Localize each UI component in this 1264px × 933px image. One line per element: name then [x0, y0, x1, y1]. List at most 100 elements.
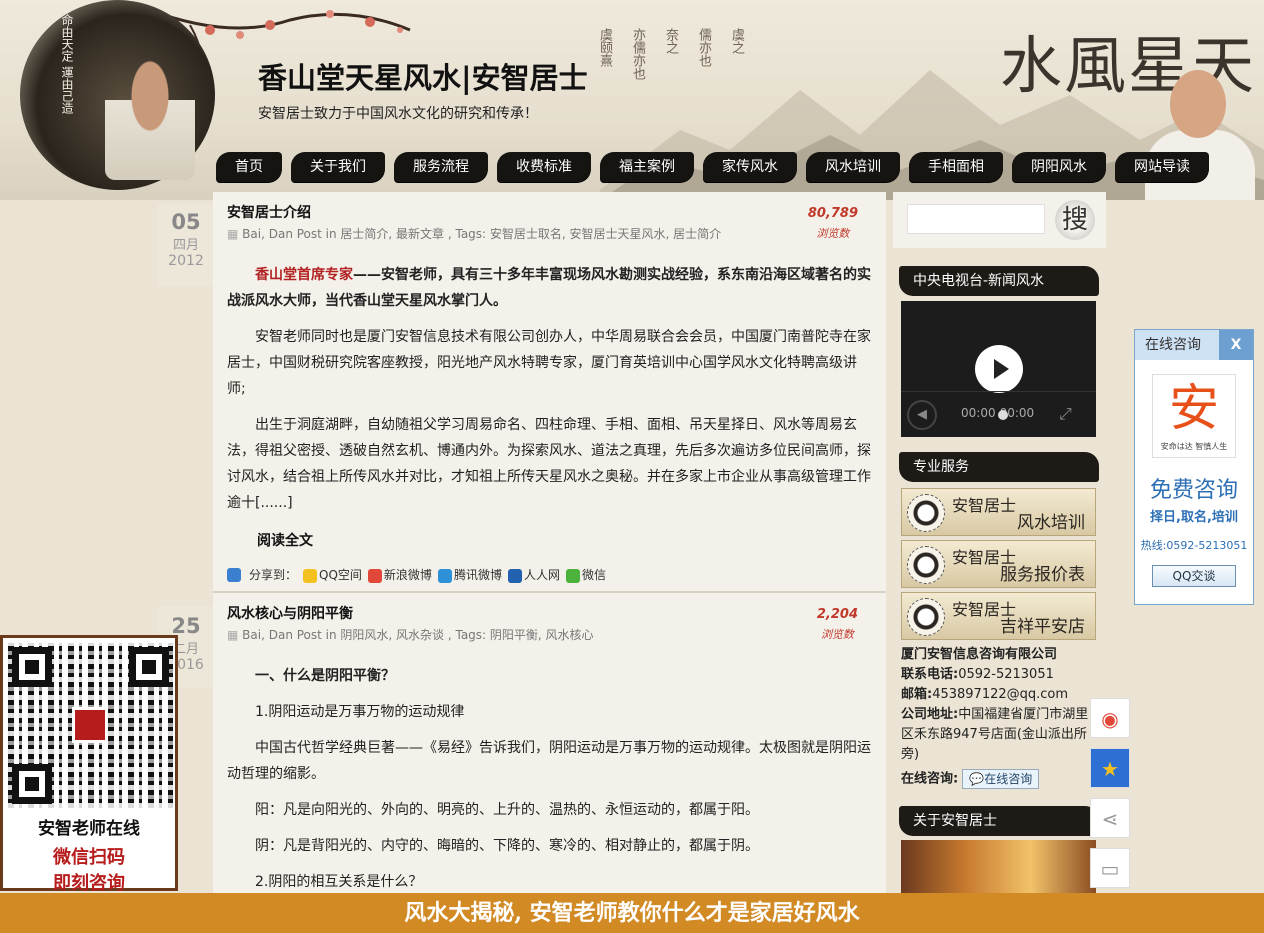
free-consult-title: 免费咨询: [1149, 478, 1238, 503]
nav-item-family-fengshui[interactable]: 家传风水: [703, 152, 797, 182]
nav-item-cases[interactable]: 福主案例: [600, 152, 694, 182]
nav-item-home[interactable]: 首页: [216, 152, 282, 182]
qr-line-1: 安智老师在线: [38, 819, 140, 839]
poem-column: 虞之: [729, 28, 744, 54]
nav-item-training[interactable]: 风水培训: [806, 152, 900, 182]
share-tencent-weibo[interactable]: 腾讯微博: [437, 566, 502, 583]
nav-item-palm-face[interactable]: 手相面相: [909, 152, 1003, 182]
consult-services: 择日,取名,培训: [1150, 510, 1238, 525]
qr-line-3: 即刻咨询: [53, 873, 125, 894]
company-name: 厦门安智信息咨询有限公司: [901, 645, 1101, 665]
service-name: 安智居士: [952, 496, 1017, 515]
post-title[interactable]: 安智居士介绍: [227, 202, 872, 222]
post-heading: 一、什么是阴阳平衡？: [255, 668, 395, 684]
weibo-icon: [367, 568, 382, 583]
chat-bubble-icon: 💬: [969, 772, 985, 786]
seek-handle[interactable]: [998, 410, 1008, 420]
share-plus-icon: [227, 567, 241, 582]
brand-logo: 安 安命は达 智慎人生: [1152, 374, 1236, 458]
qr-finder: [129, 647, 169, 687]
post-article: 风水核心与阴阳平衡 ▦ Bai, Dan Post in 阴阳风水, 风水杂谈 …: [213, 593, 886, 895]
close-icon[interactable]: X: [1219, 330, 1253, 360]
company-phone: 联系电话:0592-5213051: [901, 665, 1101, 685]
volume-icon[interactable]: ◀: [907, 400, 937, 430]
service-banner-pricing[interactable]: 安智居士 服务报价表: [901, 540, 1096, 588]
video-time-current: 00:00: [961, 406, 996, 420]
share-wechat[interactable]: 微信: [565, 566, 606, 583]
taiji-icon: [907, 494, 945, 532]
read-more-link[interactable]: 阅读全文: [227, 530, 872, 550]
post-paragraph: 安智老师同时也是厦门安智信息技术有限公司创办人，中华周易联合会会员，中国厦门南普…: [227, 329, 871, 397]
master-head: [1170, 70, 1226, 138]
service-banner-shop[interactable]: 安智居士 吉祥平安店: [901, 592, 1096, 640]
share-weibo-label: 新浪微博: [383, 568, 432, 582]
qq-chat-button[interactable]: QQ交谈: [1152, 565, 1236, 587]
share-qzone[interactable]: QQ空间: [303, 566, 362, 583]
post-title[interactable]: 风水核心与阴阳平衡: [227, 603, 872, 623]
email-label: 邮箱:: [901, 687, 933, 702]
logo-slogan: 安命は达 智慎人生: [1160, 442, 1228, 451]
play-icon[interactable]: [975, 345, 1023, 393]
search-button[interactable]: 搜: [1055, 200, 1095, 240]
share-wechat-label: 微信: [581, 568, 606, 582]
service-banner-training[interactable]: 安智居士 风水培训: [901, 488, 1096, 536]
nav-item-about[interactable]: 关于我们: [291, 152, 385, 182]
address-label: 公司地址:: [901, 707, 959, 722]
qr-finder: [12, 647, 52, 687]
about-image[interactable]: [901, 840, 1096, 895]
poem-column: 虞颐熹: [597, 28, 612, 67]
date-year: 2012: [168, 253, 204, 269]
qr-center-logo: [72, 707, 108, 743]
star-icon[interactable]: ★: [1090, 748, 1130, 788]
share-label: 分享到：: [249, 568, 298, 582]
post-subheading: 1.阴阳运动是万事万物的运动规律: [255, 704, 465, 720]
share-icon[interactable]: ⋖: [1090, 798, 1130, 838]
date-month: 四月: [172, 238, 199, 253]
consult-panel: 在线咨询 X 安 安命は达 智慎人生 免费咨询 择日,取名,培训 热线:0592…: [1134, 329, 1254, 605]
post-paragraph: 中国古代哲学经典巨著——《易经》告诉我们，阴阳运动是万事万物的运动规律。太极图就…: [227, 740, 871, 782]
consult-title: 在线咨询: [1145, 337, 1201, 353]
bottom-promo-banner[interactable]: 风水大揭秘, 安智老师教你什么才是家居好风水: [0, 893, 1264, 933]
service-sub: 服务报价表: [1000, 565, 1085, 585]
grid-icon: ▦: [227, 628, 239, 642]
master-figure: [105, 60, 195, 180]
post-date-1: 05 四月 2012: [158, 204, 214, 286]
nav-item-pricing[interactable]: 收费标准: [497, 152, 591, 182]
wechat-qr-panel[interactable]: 安智老师在线 微信扫码 即刻咨询: [0, 635, 178, 894]
company-address: 公司地址:中国福建省厦门市湖里区禾东路947号店面(金山派出所旁): [901, 705, 1101, 765]
logo-char: 安: [1169, 379, 1219, 437]
post-subheading: 2.阴阳的相互关系是什么？: [255, 874, 423, 890]
view-count-number: 2,204: [816, 607, 858, 622]
about-heading: 关于安智居士: [899, 806, 1099, 836]
view-count-label: 浏览数: [816, 227, 850, 240]
vertical-poem: 虞颐熹 亦儒亦也 奈之 儒亦也 虞之: [595, 28, 746, 80]
nav-item-yinyang[interactable]: 阴阳风水: [1012, 152, 1106, 182]
consult-header: 在线咨询 X: [1135, 330, 1253, 360]
weibo-icon[interactable]: ◉: [1090, 698, 1130, 738]
nav-item-guide[interactable]: 网站导读: [1115, 152, 1209, 182]
qr-caption: 安智老师在线 微信扫码 即刻咨询: [3, 814, 175, 895]
nav-item-process[interactable]: 服务流程: [394, 152, 488, 182]
tencent-weibo-icon: [437, 568, 452, 583]
video-player[interactable]: ◀ 00:00 00:00 ⤢: [901, 301, 1096, 437]
post-meta: ▦ Bai, Dan Post in 居士简介, 最新文章 , Tags: 安智…: [227, 225, 872, 242]
share-bar: 分享到： QQ空间 新浪微博 腾讯微博 人人网 微信: [227, 566, 872, 583]
view-count: 80,789 浏览数: [808, 206, 858, 241]
service-sub: 风水培训: [1017, 513, 1085, 533]
online-consult-button-label: 在线咨询: [984, 772, 1033, 786]
chat-icon[interactable]: ▭: [1090, 848, 1130, 888]
lead-highlight: 香山堂首席专家: [255, 267, 353, 283]
share-weibo[interactable]: 新浪微博: [367, 566, 432, 583]
fullscreen-icon[interactable]: ⤢: [1059, 404, 1072, 424]
share-renren[interactable]: 人人网: [507, 566, 560, 583]
left-calligraphy: 命由天定 運由己造: [60, 14, 74, 114]
taiji-icon: [907, 598, 945, 636]
services-heading: 专业服务: [899, 452, 1099, 482]
site-title[interactable]: 香山堂天星风水|安智居士: [258, 55, 588, 97]
online-consult-row: 在线咨询: 💬在线咨询: [901, 769, 1101, 790]
search-input[interactable]: [907, 204, 1045, 234]
company-info: 厦门安智信息咨询有限公司 联系电话:0592-5213051 邮箱:453897…: [901, 645, 1101, 790]
online-consult-button[interactable]: 💬在线咨询: [962, 769, 1040, 789]
post-lead: 香山堂首席专家——安智老师，具有三十多年丰富现场风水勘测实战经验，系东南沿海区域…: [227, 262, 872, 314]
wechat-icon: [565, 568, 580, 583]
